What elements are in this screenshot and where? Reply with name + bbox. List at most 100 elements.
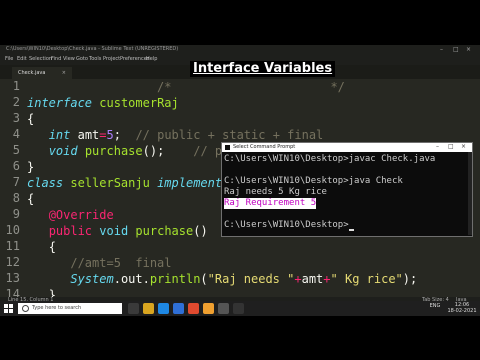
brace: { xyxy=(27,192,35,206)
menu-edit[interactable]: Edit xyxy=(17,56,27,62)
punctuation: ); xyxy=(402,272,418,286)
line-number: 10 xyxy=(5,223,20,237)
edge-browser-icon[interactable] xyxy=(158,303,169,314)
variable: amt xyxy=(301,272,324,286)
tab-close-icon[interactable]: × xyxy=(62,70,66,76)
taskbar-search-box[interactable]: Type here to search xyxy=(18,303,122,314)
code-line-9: @Override xyxy=(27,207,114,223)
line-number: 6 xyxy=(12,159,20,173)
cmd-title: Select Command Prompt xyxy=(233,144,296,150)
line-number: 2 xyxy=(12,95,20,109)
method-name: println xyxy=(149,272,201,286)
modifier: public xyxy=(48,224,93,238)
sublime-text-icon[interactable] xyxy=(218,303,229,314)
code-line-4: int amt=5; // public + static + final xyxy=(27,127,324,143)
menu-tools[interactable]: Tools xyxy=(89,56,101,62)
line-number: 4 xyxy=(12,127,20,141)
maximize-icon[interactable]: □ xyxy=(453,46,459,53)
keyword: implements xyxy=(157,176,230,190)
type-keyword: void xyxy=(48,144,78,158)
type-keyword: void xyxy=(99,224,129,238)
line-number: 11 xyxy=(5,239,20,253)
code-line-12: //amt=5 final xyxy=(27,255,172,271)
menu-file[interactable]: File xyxy=(5,56,13,62)
punctuation: (); xyxy=(142,144,165,158)
class-name: sellerSanju xyxy=(70,176,150,190)
line-number-gutter: 1 2 3 4 5 6 7 8 9 10 11 12 13 14 xyxy=(0,79,24,310)
code-line-2: interface customerRaj xyxy=(27,95,179,111)
overlay-heading: Interface Variables xyxy=(190,61,336,77)
editor-titlebar: C:\Users\WIN10\Desktop\Check.java - Subl… xyxy=(0,45,480,55)
number: 5 xyxy=(106,128,114,142)
tab-label: Check.java xyxy=(18,70,46,76)
code-line-6: } xyxy=(27,159,34,175)
code-line-1: /* */ xyxy=(27,79,345,95)
code-line-13: System.out.println("Raj needs "+amt+" Kg… xyxy=(27,271,417,287)
windows-taskbar: Type here to search ENG 12:06 18-02-2021 xyxy=(0,301,480,316)
punctuation: () xyxy=(193,224,208,238)
cmd-prompt-line: C:\Users\WIN10\Desktop> xyxy=(224,220,354,231)
comment: */ xyxy=(330,80,345,94)
line-number: 1 xyxy=(12,79,20,93)
video-frame: C:\Users\WIN10\Desktop\Check.java - Subl… xyxy=(0,0,480,360)
code-line-7: class sellerSanju implements xyxy=(27,175,229,191)
operator: + xyxy=(323,272,331,286)
annotation: @Override xyxy=(48,208,114,222)
interface-name: customerRaj xyxy=(99,96,179,110)
app-icon[interactable] xyxy=(203,303,214,314)
operator: + xyxy=(294,272,302,286)
semicolon: ; xyxy=(113,128,121,142)
cmd-prompt: C:\Users\WIN10\Desktop> xyxy=(224,220,349,230)
language-indicator[interactable]: ENG xyxy=(428,303,442,309)
minimize-icon[interactable]: – xyxy=(440,46,443,53)
cmd-output[interactable]: C:\Users\WIN10\Desktop>javac Check.java … xyxy=(224,154,468,234)
keyword: interface xyxy=(27,96,93,110)
comment: /* xyxy=(157,80,172,94)
menu-help[interactable]: Help xyxy=(146,56,157,62)
menu-find[interactable]: Find xyxy=(51,56,61,62)
task-view-icon[interactable] xyxy=(128,303,139,314)
operator: = xyxy=(99,128,107,142)
tab-check-java[interactable]: Check.java × xyxy=(12,67,72,79)
office-icon[interactable] xyxy=(188,303,199,314)
cmd-icon xyxy=(225,145,230,150)
clock-date[interactable]: 18-02-2021 xyxy=(446,308,478,314)
cmd-minimize-button[interactable]: – xyxy=(436,143,439,150)
comment: //amt=5 final xyxy=(70,256,172,270)
search-icon xyxy=(22,305,29,312)
menu-project[interactable]: Project xyxy=(103,56,120,62)
command-prompt-window[interactable]: Select Command Prompt – □ × C:\Users\WIN… xyxy=(221,142,473,237)
comment: // public + static + final xyxy=(135,128,324,142)
cmd-titlebar[interactable]: Select Command Prompt – □ × xyxy=(222,143,472,152)
cmd-scrollbar[interactable] xyxy=(468,152,472,235)
cmd-line: Raj needs 5 Kg rice xyxy=(224,187,327,197)
menu-preferences[interactable]: Preferences xyxy=(120,56,149,62)
cmd-line-highlighted: Raj Requirement 5 xyxy=(224,198,317,209)
menu-selection[interactable]: Selection xyxy=(29,56,52,62)
store-icon[interactable] xyxy=(173,303,184,314)
cmd-line: C:\Users\WIN10\Desktop>javac Check.java xyxy=(224,154,436,164)
cmd-maximize-button[interactable]: □ xyxy=(448,143,454,150)
line-number: 7 xyxy=(12,175,20,189)
code-line-3: { xyxy=(27,111,34,127)
cmd-icon[interactable] xyxy=(233,303,244,314)
text-cursor xyxy=(348,229,354,231)
line-number: 9 xyxy=(12,207,20,221)
close-icon[interactable]: × xyxy=(466,46,471,53)
menu-goto[interactable]: Goto xyxy=(76,56,88,62)
member-access: .out. xyxy=(113,272,150,286)
line-number: 13 xyxy=(5,271,20,285)
brace: { xyxy=(27,112,35,126)
cmd-close-button[interactable]: × xyxy=(461,143,466,150)
method-name: purchase xyxy=(135,224,194,238)
window-title: C:\Users\WIN10\Desktop\Check.java - Subl… xyxy=(6,46,179,52)
variable: amt xyxy=(70,128,100,142)
class-ref: System xyxy=(70,272,114,286)
code-line-8: { xyxy=(27,191,34,207)
brace: { xyxy=(48,240,56,254)
line-number: 8 xyxy=(12,191,20,205)
search-placeholder: Type here to search xyxy=(32,305,82,311)
windows-start-icon[interactable] xyxy=(4,304,13,313)
menu-view[interactable]: View xyxy=(63,56,75,62)
file-explorer-icon[interactable] xyxy=(143,303,154,314)
